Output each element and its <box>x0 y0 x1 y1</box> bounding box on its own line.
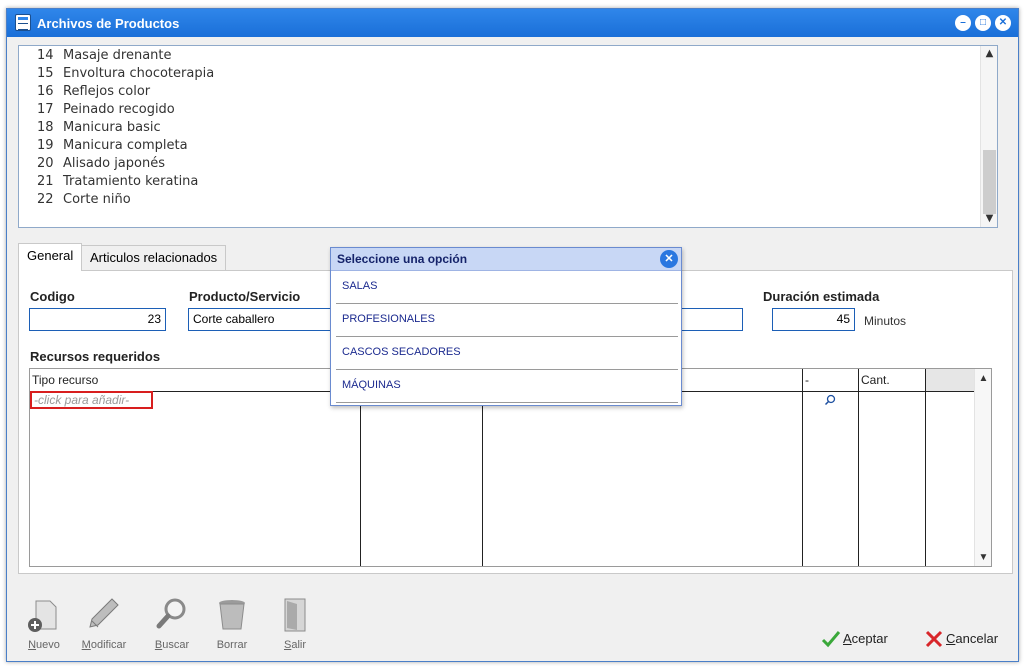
list-item[interactable]: 15 Envoltura chocoterapia <box>37 65 214 83</box>
option-maquinas[interactable]: MÁQUINAS <box>336 370 678 403</box>
scroll-up-icon[interactable]: ▲ <box>981 46 998 62</box>
scroll-down-icon[interactable]: ▼ <box>981 211 998 227</box>
scroll-down-icon[interactable]: ▼ <box>975 550 992 566</box>
close-icon[interactable]: ✕ <box>995 15 1011 31</box>
recursos-label: Recursos requeridos <box>30 349 161 364</box>
restore-icon[interactable]: □ <box>975 15 991 31</box>
option-cascos-secadores[interactable]: CASCOS SECADORES <box>336 337 678 370</box>
list-item[interactable]: 19 Manicura completa <box>37 137 188 155</box>
delete-button[interactable]: Borrar <box>207 595 257 651</box>
grid-scrollbar[interactable]: ▲ ▼ <box>974 369 991 566</box>
tab-related-articles[interactable]: Articulos relacionados <box>81 245 227 271</box>
magnifier-icon[interactable] <box>824 394 836 406</box>
title-bar: Archivos de Productos – □ ✕ <box>7 9 1018 37</box>
scroll-up-icon[interactable]: ▲ <box>975 371 992 387</box>
add-resource-placeholder[interactable]: -click para añadir- <box>30 391 153 409</box>
new-document-icon <box>24 595 64 635</box>
list-item[interactable]: 16 Reflejos color <box>37 83 150 101</box>
grid-column-divider <box>802 369 803 566</box>
option-popup: Seleccione una opción ✕ SALAS PROFESIONA… <box>330 247 682 406</box>
grid-column-divider <box>858 369 859 566</box>
cancel-button[interactable]: Cancelar <box>925 630 998 648</box>
pencil-icon <box>84 595 124 635</box>
modify-button[interactable]: Modificar <box>79 595 129 651</box>
product-list-scrollbar[interactable]: ▲ ▼ <box>980 46 997 227</box>
codigo-field[interactable]: 23 <box>29 308 166 331</box>
grid-header-tipo: Tipo recurso <box>32 373 99 387</box>
tab-general[interactable]: General <box>18 243 83 271</box>
grid-header-dash: - <box>805 373 809 387</box>
popup-title: Seleccione una opción <box>331 248 681 271</box>
minimize-icon[interactable]: – <box>955 15 971 31</box>
list-item[interactable]: 22 Corte niño <box>37 191 131 209</box>
list-item[interactable]: 20 Alisado japonés <box>37 155 165 173</box>
app-icon <box>15 14 31 31</box>
option-salas[interactable]: SALAS <box>336 271 678 304</box>
duracion-label: Duración estimada <box>763 289 880 304</box>
duracion-field[interactable]: 45 <box>772 308 855 331</box>
list-item[interactable]: 18 Manicura basic <box>37 119 161 137</box>
cancel-x-icon <box>925 630 943 648</box>
codigo-label: Codigo <box>30 289 75 304</box>
window-title: Archivos de Productos <box>37 16 180 31</box>
grid-header-cant: Cant. <box>861 373 890 387</box>
grid-column-divider <box>925 369 926 566</box>
duracion-unit: Minutos <box>864 314 907 328</box>
check-icon <box>821 631 841 648</box>
close-icon[interactable]: ✕ <box>660 250 678 268</box>
list-item[interactable]: 21 Tratamiento keratina <box>37 173 198 191</box>
exit-button[interactable]: Salir <box>270 595 320 651</box>
option-profesionales[interactable]: PROFESIONALES <box>336 304 678 337</box>
new-button[interactable]: Nuevo <box>19 595 69 651</box>
search-button[interactable]: Buscar <box>147 595 197 651</box>
accept-button[interactable]: Aceptar <box>821 631 888 648</box>
list-item[interactable]: 14 Masaje drenante <box>37 47 172 65</box>
list-item[interactable]: 17 Peinado recogido <box>37 101 175 119</box>
grid-header-filler <box>925 369 975 391</box>
trash-icon <box>212 595 252 635</box>
door-icon <box>275 595 315 635</box>
scroll-thumb[interactable] <box>983 150 996 214</box>
search-icon <box>152 595 192 635</box>
product-list[interactable]: 14 Masaje drenante 15 Envoltura chocoterap… <box>18 45 998 228</box>
producto-label: Producto/Servicio <box>189 289 301 304</box>
